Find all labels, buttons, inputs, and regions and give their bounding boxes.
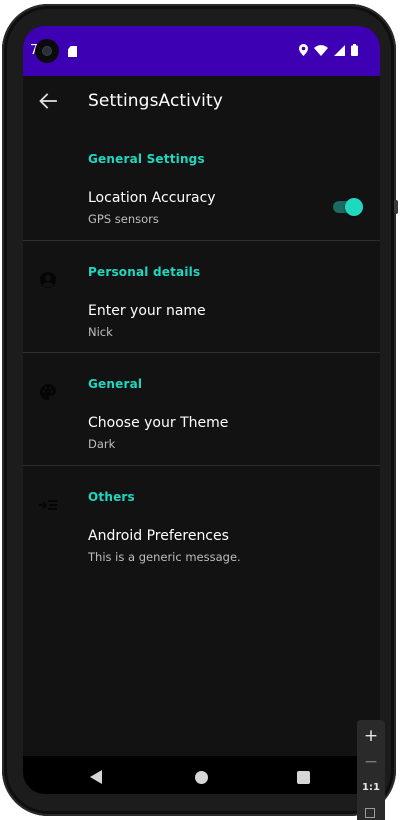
nav-back-icon[interactable] [90, 770, 102, 784]
category-title: General [88, 377, 143, 391]
status-bar: 7 [23, 26, 380, 76]
category-general-settings: General Settings Location Accuracy GPS s… [23, 128, 380, 241]
zoom-in-button[interactable]: + [357, 723, 385, 749]
menu-open-icon [38, 495, 58, 515]
emulator-zoom-controls: + − 1:1 [357, 720, 385, 820]
location-accuracy-switch[interactable] [333, 198, 363, 216]
device-frame: 7 [2, 4, 398, 816]
settings-list: General Settings Location Accuracy GPS s… [23, 128, 380, 578]
signal-icon [334, 44, 345, 56]
wifi-icon [314, 44, 328, 56]
screen: 7 [23, 26, 380, 794]
zoom-fit-icon[interactable] [365, 808, 375, 818]
status-icons [299, 44, 358, 56]
switch-thumb [345, 198, 363, 216]
location-icon [299, 44, 308, 56]
category-title: Others [88, 489, 135, 504]
category-personal-details: Personal details Enter your name Nick [23, 241, 380, 353]
pref-summary: This is a generic message. [88, 549, 241, 564]
device-side-button [394, 200, 398, 214]
pref-location-accuracy[interactable]: Location Accuracy GPS sensors [23, 178, 380, 234]
category-others: Others Android Preferences This is a gen… [23, 466, 380, 579]
arrow-left-icon [39, 93, 57, 109]
category-title: Personal details [88, 264, 201, 279]
app-toolbar: SettingsActivity [23, 76, 380, 128]
category-title: General Settings [88, 152, 205, 166]
nav-home-icon[interactable] [195, 771, 208, 784]
category-general: General Choose your Theme Dark [23, 353, 380, 466]
pref-enter-name[interactable]: Enter your name Nick [23, 291, 380, 347]
account-circle-icon [38, 270, 58, 290]
zoom-reset-button[interactable]: 1:1 [357, 775, 385, 801]
zoom-out-button[interactable]: − [357, 749, 385, 775]
pref-summary: Dark [88, 437, 116, 451]
pref-summary: GPS sensors [88, 212, 159, 226]
back-button[interactable] [35, 88, 61, 114]
pref-title: Android Preferences [88, 527, 229, 544]
nav-recents-icon[interactable] [297, 771, 310, 784]
pref-summary: Nick [88, 324, 113, 339]
palette-icon [38, 382, 58, 402]
pref-title: Choose your Theme [88, 415, 229, 431]
pref-choose-theme[interactable]: Choose your Theme Dark [23, 403, 380, 459]
pref-title: Enter your name [88, 302, 206, 319]
page-title: SettingsActivity [88, 91, 223, 111]
battery-icon [351, 44, 358, 56]
pref-android-preferences[interactable]: Android Preferences This is a generic me… [23, 516, 380, 572]
navigation-bar [23, 756, 380, 794]
camera-icon [35, 39, 59, 63]
pref-title: Location Accuracy [88, 190, 216, 206]
sd-card-icon [68, 46, 77, 57]
